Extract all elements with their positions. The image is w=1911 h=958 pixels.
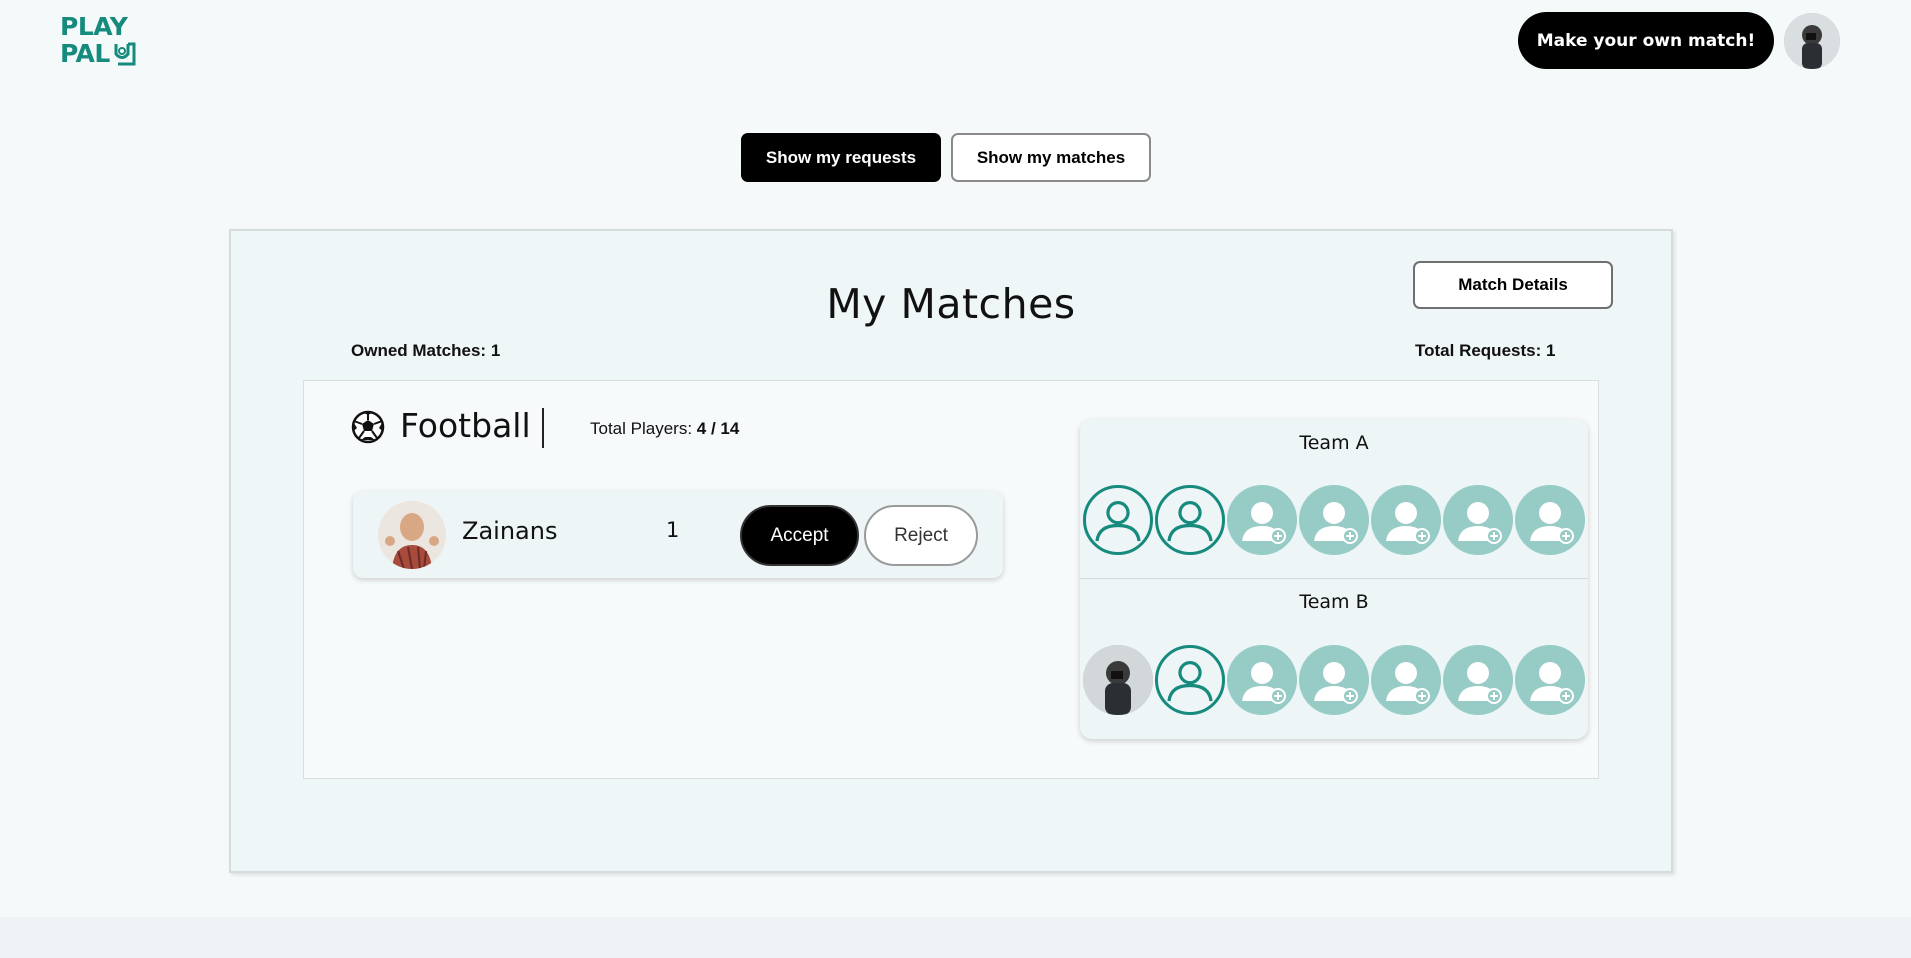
show-matches-button[interactable]: Show my matches xyxy=(951,133,1151,182)
total-requests-stat: Total Requests: 1 xyxy=(1415,341,1555,361)
user-photo-icon xyxy=(1784,13,1840,69)
player-photo-icon xyxy=(1083,645,1153,715)
add-player-icon xyxy=(1530,662,1574,704)
add-player-icon xyxy=(1314,502,1358,544)
logo-line-2: PAL xyxy=(60,39,110,68)
requester-photo-icon xyxy=(378,501,446,569)
team-divider xyxy=(1080,578,1588,579)
add-player-icon xyxy=(1242,662,1286,704)
match-details-button[interactable]: Match Details xyxy=(1413,261,1613,309)
show-requests-button[interactable]: Show my requests xyxy=(741,133,941,182)
playpal-logo[interactable]: PLAY PAL xyxy=(60,14,138,68)
team-b-title: Team B xyxy=(1299,591,1369,613)
total-requests-label: Total Requests: xyxy=(1415,341,1546,360)
add-player-icon xyxy=(1458,662,1502,704)
team-a-slot-1[interactable] xyxy=(1083,485,1153,555)
request-count: 1 xyxy=(666,518,680,542)
requester-name: Zainans xyxy=(462,517,558,545)
team-a-slot-4[interactable] xyxy=(1299,485,1369,555)
team-b-slot-6[interactable] xyxy=(1443,645,1513,715)
sport-name: Football xyxy=(400,406,531,445)
team-a-slot-6[interactable] xyxy=(1443,485,1513,555)
footer xyxy=(0,917,1911,958)
make-match-button[interactable]: Make your own match! xyxy=(1518,12,1774,69)
trophy-icon xyxy=(114,42,136,66)
page-title: My Matches xyxy=(826,280,1076,328)
player-icon xyxy=(1167,501,1213,542)
total-requests-value: 1 xyxy=(1545,341,1556,360)
team-b-slot-4[interactable] xyxy=(1299,645,1369,715)
soccer-ball-icon xyxy=(351,410,385,444)
user-avatar[interactable] xyxy=(1784,13,1840,69)
logo-line-1: PLAY xyxy=(60,12,128,41)
add-player-icon xyxy=(1314,662,1358,704)
add-player-icon xyxy=(1530,502,1574,544)
team-b-slot-3[interactable] xyxy=(1227,645,1297,715)
reject-button[interactable]: Reject xyxy=(864,505,978,566)
team-b-slot-5[interactable] xyxy=(1371,645,1441,715)
team-b-slot-2[interactable] xyxy=(1155,645,1225,715)
add-player-icon xyxy=(1386,502,1430,544)
team-a-title: Team A xyxy=(1299,432,1369,454)
total-players-label: Total Players: xyxy=(590,419,697,438)
total-players-stat: Total Players: 4 / 14 xyxy=(590,419,739,439)
add-player-icon xyxy=(1386,662,1430,704)
divider xyxy=(542,408,544,448)
team-a-slot-7[interactable] xyxy=(1515,485,1585,555)
add-player-icon xyxy=(1242,502,1286,544)
owned-matches-value: 1 xyxy=(490,341,501,360)
player-icon xyxy=(1095,501,1141,542)
team-b-slot-7[interactable] xyxy=(1515,645,1585,715)
owned-matches-stat: Owned Matches: 1 xyxy=(351,341,500,361)
total-players-value: 4 / 14 xyxy=(696,419,740,438)
team-a-slot-5[interactable] xyxy=(1371,485,1441,555)
team-a-slot-2[interactable] xyxy=(1155,485,1225,555)
team-a-slot-3[interactable] xyxy=(1227,485,1297,555)
accept-button[interactable]: Accept xyxy=(740,505,859,566)
player-icon xyxy=(1167,661,1213,702)
requester-avatar xyxy=(378,501,446,569)
add-player-icon xyxy=(1458,502,1502,544)
team-b-slot-1[interactable] xyxy=(1083,645,1153,715)
owned-matches-label: Owned Matches: xyxy=(351,341,491,360)
